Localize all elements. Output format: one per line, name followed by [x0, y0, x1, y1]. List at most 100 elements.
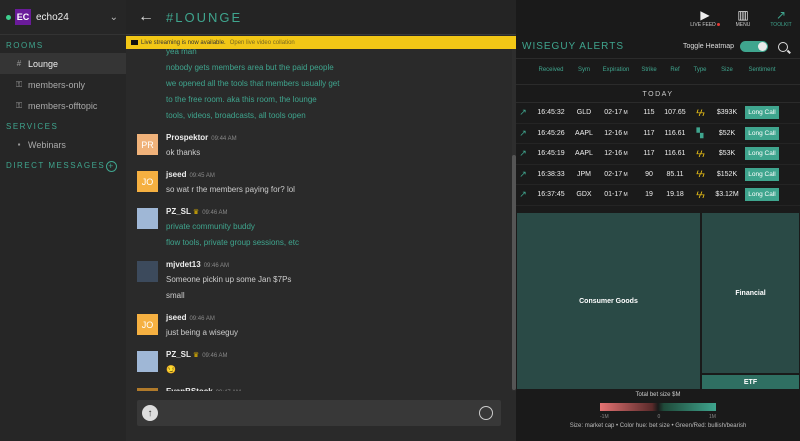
- message-list[interactable]: yea man nobody gets members area but the …: [126, 49, 512, 391]
- toggle-heatmap-label: Toggle Heatmap: [683, 43, 734, 50]
- sidebar-service-item[interactable]: ▪ Webinars: [0, 134, 126, 155]
- sentiment-badge[interactable]: Long Call: [745, 147, 779, 161]
- message-line: yea man: [166, 49, 197, 56]
- message-input[interactable]: [164, 403, 479, 423]
- alert-ref: 107.65: [664, 109, 686, 117]
- sidebar-item-label: Lounge: [28, 58, 59, 69]
- nav-button-live-feed[interactable]: ▶ LIVE FEED: [686, 8, 724, 28]
- heatmap-tile-etf[interactable]: ETF: [701, 374, 800, 390]
- username[interactable]: jseed: [166, 170, 186, 179]
- alert-exp: 02-17 M: [596, 171, 636, 178]
- username[interactable]: EvanBStock: [166, 387, 213, 391]
- message-line: tools, videos, broadcasts, all tools ope…: [166, 111, 306, 120]
- expiration-date: 12-16: [604, 150, 623, 158]
- username[interactable]: jseed: [166, 313, 186, 322]
- heatmap-toggle[interactable]: [740, 41, 768, 52]
- username[interactable]: PZ_SL: [166, 207, 191, 216]
- workspace-switcher[interactable]: EC echo24 ⌄: [0, 0, 126, 35]
- monthly-marker: M: [622, 151, 628, 158]
- sidebar-room-item[interactable]: ⚿ members-offtopic: [0, 95, 126, 116]
- top-nav: ▶ LIVE FEED ▥ MENU ↗ TOOLKIT: [516, 0, 800, 35]
- alerts-title: WISEGUY ALERTS: [522, 41, 624, 52]
- user-avatar[interactable]: [137, 351, 158, 372]
- message-text: Someone pickin up some Jan $7Ps: [166, 275, 292, 284]
- alert-sym: GDX: [576, 191, 592, 199]
- sentiment-badge[interactable]: Long Call: [745, 106, 779, 120]
- timestamp: 09:46 AM: [202, 210, 228, 216]
- video-icon: ▪: [17, 140, 21, 149]
- banner-link[interactable]: Open live video collation: [230, 40, 295, 46]
- workspace-avatar: EC: [15, 9, 31, 25]
- message-line: we opened all the tools that members usu…: [166, 79, 340, 88]
- block-trade-icon: ▚: [696, 127, 704, 138]
- alert-exp: 12-16 M: [596, 130, 636, 137]
- alert-strike: 19: [645, 191, 653, 199]
- alert-ref: 85.11: [666, 170, 684, 178]
- column-header[interactable]: Sentiment: [742, 67, 782, 73]
- column-header[interactable]: Sym: [572, 67, 596, 73]
- timestamp: 09:46 AM: [203, 263, 230, 269]
- nav-label-text: MENU: [735, 21, 751, 28]
- upload-arrow-icon[interactable]: ↑: [142, 405, 158, 421]
- message-header: Prospektor 09:44 AM: [166, 131, 512, 145]
- chat-header: ← #LOUNGE: [126, 0, 516, 35]
- message-text: flow tools, private group sessions, etc: [166, 238, 299, 247]
- nav-label-text: LIVE FEED: [690, 21, 716, 28]
- sidebar-room-item[interactable]: ⚿ members-only: [0, 74, 126, 95]
- alert-row[interactable]: ↗ 16:45:26 AAPL 12-16 M 117 116.61 ▚ $52K Long C…: [516, 124, 800, 144]
- user-avatar[interactable]: [137, 261, 158, 282]
- monthly-marker: M: [622, 192, 628, 199]
- alert-exp: 02-17 M: [596, 109, 636, 116]
- heatmap-legend: Total bet size $M -1M 0 1M Size: market …: [516, 390, 800, 441]
- user-avatar[interactable]: JO: [137, 314, 158, 335]
- sweep-bolt-icon: ϟϟ: [696, 189, 705, 200]
- message-header: jseed 09:46 AM: [166, 311, 512, 325]
- alert-row[interactable]: ↗ 16:45:32 GLD 02-17 M 115 107.65 ϟϟ $393K Long …: [516, 103, 800, 124]
- nav-button-menu[interactable]: ▥ MENU: [724, 8, 762, 28]
- nav-button-toolkit[interactable]: ↗ TOOLKIT: [762, 8, 800, 28]
- user-avatar[interactable]: PR: [137, 134, 158, 155]
- play-icon: ▶: [700, 7, 710, 22]
- column-header[interactable]: Size: [712, 67, 742, 73]
- chevron-down-icon[interactable]: ⌄: [110, 12, 118, 23]
- live-stream-banner: Live streaming is now available. Open li…: [126, 36, 516, 49]
- heatmap-tile-financial[interactable]: Financial: [701, 212, 800, 374]
- sidebar-room-item[interactable]: # Lounge: [0, 53, 126, 74]
- username[interactable]: Prospektor: [166, 133, 208, 142]
- username[interactable]: mjvdet13: [166, 260, 201, 269]
- timestamp: 09:45 AM: [189, 173, 215, 179]
- alert-sym: AAPL: [575, 129, 593, 137]
- column-header[interactable]: Strike: [636, 67, 662, 73]
- column-header[interactable]: Ref: [662, 67, 688, 73]
- user-avatar[interactable]: JO: [137, 171, 158, 192]
- sentiment-badge[interactable]: Long Call: [745, 167, 779, 181]
- column-header[interactable]: Received: [530, 67, 572, 73]
- alert-row[interactable]: ↗ 16:37:45 GDX 01-17 M 19 19.18 ϟϟ $3.12M Long C…: [516, 185, 800, 206]
- alert-received: 16:38:33: [537, 170, 565, 178]
- sweep-bolt-icon: ϟϟ: [696, 148, 705, 159]
- legend-tick: 1M: [709, 414, 716, 420]
- sentiment-badge[interactable]: Long Call: [745, 126, 779, 140]
- alert-row[interactable]: ↗ 16:38:33 JPM 02-17 M 90 85.11 ϟϟ $152K Long Ca…: [516, 165, 800, 185]
- alert-row[interactable]: ↗ 16:45:19 AAPL 12-16 M 117 116.61 ϟϟ $53K Long …: [516, 144, 800, 165]
- sentiment-badge[interactable]: Long Call: [745, 188, 779, 202]
- message-header: PZ_SL ♛ 09:46 AM: [166, 205, 512, 219]
- message-header: jseed 09:45 AM: [166, 168, 512, 182]
- back-arrow-icon[interactable]: ←: [126, 8, 166, 26]
- column-header[interactable]: Type: [688, 67, 712, 73]
- search-icon[interactable]: [778, 41, 788, 52]
- sidebar-item-label: Webinars: [28, 139, 66, 150]
- alert-size: $152K: [716, 170, 738, 178]
- add-direct-message-icon[interactable]: +: [106, 160, 117, 172]
- hash-icon: #: [16, 59, 22, 68]
- emoji-icon[interactable]: [479, 406, 493, 420]
- heatmap-tile-consumer-goods[interactable]: Consumer Goods: [516, 212, 701, 390]
- alert-strike: 117: [643, 150, 655, 158]
- alert-exp: 01-17 M: [596, 191, 636, 198]
- username[interactable]: PZ_SL: [166, 350, 191, 359]
- sentiment-cell: Long Call: [742, 167, 782, 181]
- user-avatar[interactable]: [137, 208, 158, 229]
- user-avatar[interactable]: [137, 388, 158, 391]
- column-header[interactable]: Expiration: [596, 67, 636, 73]
- message-text: small: [166, 291, 185, 300]
